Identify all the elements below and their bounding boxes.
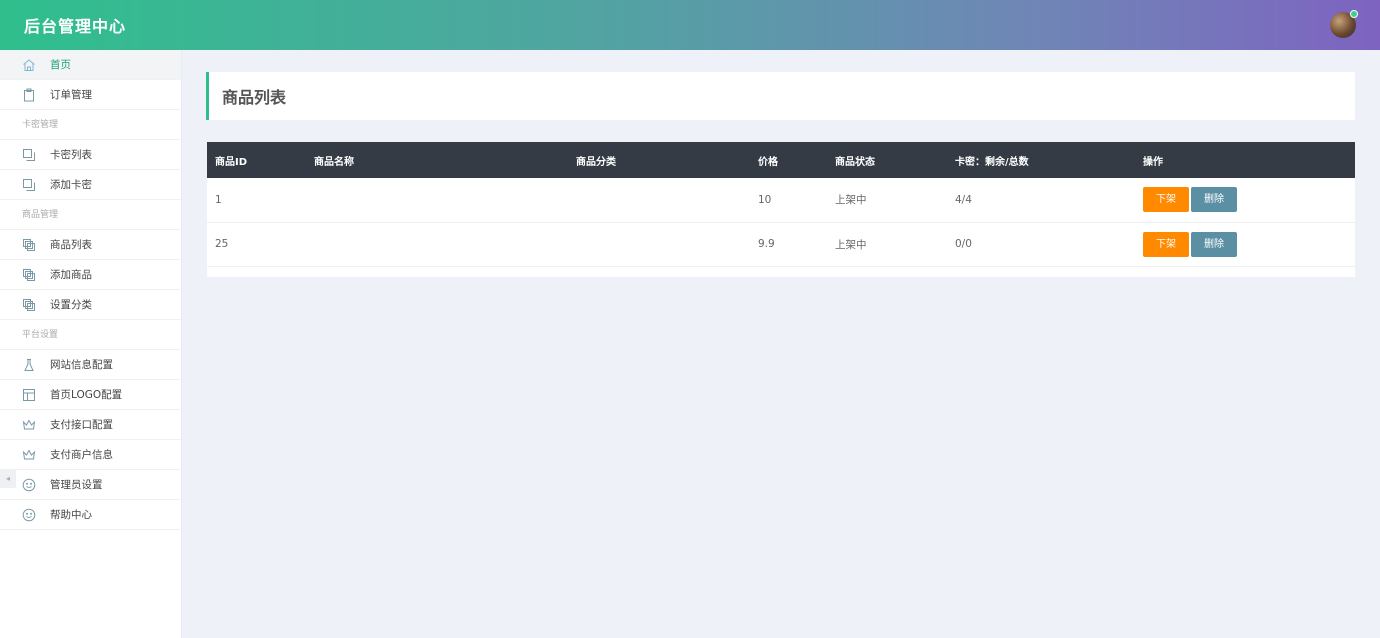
layers-icon [22, 268, 36, 282]
col-header-id: 商品ID [215, 156, 248, 168]
product-table-container: 商品ID 商品名称 商品分类 价格 商品状态 卡密：剩余/总数 操作 1 10 上架… [207, 142, 1355, 277]
sidebar-group-header: 平台设置 [0, 320, 181, 350]
table-header-row: 商品ID 商品名称 商品分类 价格 商品状态 卡密：剩余/总数 操作 [207, 142, 1355, 178]
col-header-name: 商品名称 [314, 156, 354, 168]
clipboard-icon [22, 88, 36, 102]
sidebar-item-label: 卡密列表 [50, 149, 92, 161]
online-status-dot [1350, 10, 1358, 18]
sidebar-item[interactable]: 设置分类 [0, 290, 181, 320]
sidebar-item-label: 首页LOGO配置 [50, 389, 123, 401]
col-header-status: 商品状态 [835, 156, 875, 168]
cell-stock: 4/4 [947, 178, 1135, 223]
layers-icon [22, 298, 36, 312]
sidebar-item[interactable]: 网站信息配置 [0, 350, 181, 380]
cell-price: 9.9 [750, 222, 827, 267]
col-header-stock: 卡密：剩余/总数 [955, 156, 1029, 168]
take-offline-button[interactable]: 下架 [1143, 187, 1189, 213]
take-offline-button[interactable]: 下架 [1143, 231, 1189, 257]
user-avatar[interactable] [1330, 10, 1358, 38]
sidebar-item-label: 添加商品 [50, 269, 92, 281]
delete-button[interactable]: 删除 [1191, 231, 1237, 257]
cell-name [306, 222, 568, 267]
table-row: 1 10 上架中 4/4 下架 删除 [207, 178, 1355, 223]
sidebar-item[interactable]: 卡密列表 [0, 140, 181, 170]
cell-category [568, 222, 750, 267]
sidebar-item[interactable]: 支付接口配置 [0, 410, 181, 440]
copy-icon [22, 148, 36, 162]
sidebar-item-label: 帮助中心 [50, 509, 92, 521]
sidebar-item[interactable]: 首页 [0, 50, 181, 80]
sidebar-item[interactable]: 添加商品 [0, 260, 181, 290]
sidebar-item-label: 网站信息配置 [50, 359, 113, 371]
cell-actions: 下架 删除 [1135, 222, 1355, 267]
cell-id: 1 [207, 178, 306, 223]
col-header-category: 商品分类 [576, 156, 616, 168]
sidebar-item-label: 支付商户信息 [50, 449, 113, 461]
page-title: 商品列表 [222, 88, 287, 107]
sidebar: 首页订单管理卡密管理卡密列表添加卡密商品管理商品列表添加商品设置分类平台设置网站… [0, 50, 182, 638]
sidebar-item-label: 设置分类 [50, 299, 92, 311]
top-header: 后台管理中心 [0, 0, 1380, 50]
cell-status: 上架中 [827, 178, 947, 223]
cell-stock: 0/0 [947, 222, 1135, 267]
crown-icon [22, 418, 36, 432]
flask-icon [22, 358, 36, 372]
sidebar-collapse-toggle[interactable]: ◂ [0, 470, 16, 488]
cell-id: 25 [207, 222, 306, 267]
sidebar-item[interactable]: 添加卡密 [0, 170, 181, 200]
sidebar-group-header: 卡密管理 [0, 110, 181, 140]
cell-actions: 下架 删除 [1135, 178, 1355, 223]
smile-icon [22, 478, 36, 492]
sidebar-item[interactable]: 管理员设置 [0, 470, 181, 500]
cell-category [568, 178, 750, 223]
sidebar-item[interactable]: 帮助中心 [0, 500, 181, 530]
delete-button[interactable]: 删除 [1191, 187, 1237, 213]
home-icon [22, 58, 36, 72]
cell-price: 10 [750, 178, 827, 223]
sidebar-item-label: 支付接口配置 [50, 419, 113, 431]
sidebar-item[interactable]: 支付商户信息 [0, 440, 181, 470]
sidebar-item-label: 商品列表 [50, 239, 92, 251]
brand-title: 后台管理中心 [24, 17, 127, 36]
crown-icon [22, 448, 36, 462]
sidebar-item[interactable]: 首页LOGO配置 [0, 380, 181, 410]
sidebar-item-label: 管理员设置 [50, 479, 103, 491]
table-row: 25 9.9 上架中 0/0 下架 删除 [207, 222, 1355, 267]
layout-icon [22, 388, 36, 402]
copy-icon [22, 178, 36, 192]
sidebar-item[interactable]: 商品列表 [0, 230, 181, 260]
sidebar-item-label: 添加卡密 [50, 179, 92, 191]
smile-icon [22, 508, 36, 522]
col-header-actions: 操作 [1143, 156, 1163, 168]
sidebar-item-label: 首页 [50, 59, 71, 71]
cell-status: 上架中 [827, 222, 947, 267]
col-header-price: 价格 [758, 156, 778, 168]
sidebar-item[interactable]: 订单管理 [0, 80, 181, 110]
layers-icon [22, 238, 36, 252]
sidebar-group-header: 商品管理 [0, 200, 181, 230]
cell-name [306, 178, 568, 223]
product-table: 商品ID 商品名称 商品分类 价格 商品状态 卡密：剩余/总数 操作 1 10 上架… [207, 142, 1355, 267]
sidebar-item-label: 订单管理 [50, 89, 92, 101]
page-title-box: 商品列表 [206, 72, 1355, 120]
